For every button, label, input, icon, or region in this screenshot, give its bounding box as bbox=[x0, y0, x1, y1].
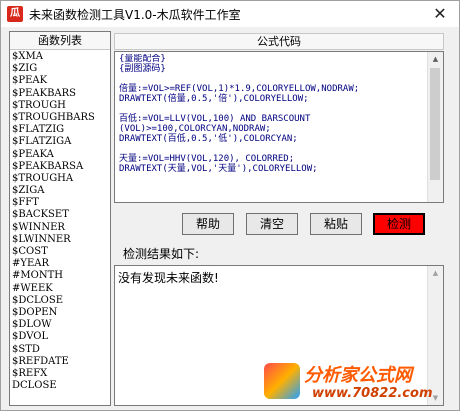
title-bar: 瓜 未来函数检测工具V1.0-木瓜软件工作室 ✕ bbox=[1, 1, 459, 27]
function-list-item[interactable]: DCLOSE bbox=[12, 380, 110, 392]
function-list-item[interactable]: $DCLOSE bbox=[12, 295, 110, 307]
watermark-brand: 分析家公式网 bbox=[304, 365, 412, 386]
watermark: 分析家公式网 www.70822.com bbox=[256, 353, 461, 411]
function-list-item[interactable]: $TROUGH bbox=[12, 100, 110, 112]
function-list-item[interactable]: $LWINNER bbox=[12, 234, 110, 246]
function-list-item[interactable]: $PEAKBARSA bbox=[12, 161, 110, 173]
function-list-item[interactable]: $DLOW bbox=[12, 319, 110, 331]
function-list-item[interactable]: $TROUGHBARS bbox=[12, 112, 110, 124]
function-list-item[interactable]: $XMA bbox=[12, 51, 110, 63]
result-text: 没有发现未来函数! bbox=[118, 271, 219, 285]
function-list-item[interactable]: #MONTH bbox=[12, 270, 110, 282]
formula-code-text[interactable]: {量能配合} {副图源码} 倍量:=VOL>=REF(VOL,1)*1.9,CO… bbox=[119, 54, 427, 174]
function-list-item[interactable]: $COST bbox=[12, 246, 110, 258]
function-list-item[interactable]: $PEAKBARS bbox=[12, 88, 110, 100]
scroll-thumb[interactable] bbox=[430, 68, 440, 180]
code-scrollbar[interactable]: ▲ bbox=[427, 52, 443, 202]
function-list-item[interactable]: $PEAKA bbox=[12, 149, 110, 161]
function-list-item[interactable]: $WINNER bbox=[12, 222, 110, 234]
help-button[interactable]: 帮助 bbox=[182, 213, 234, 235]
scroll-up-arrow-icon[interactable]: ▲ bbox=[428, 52, 443, 66]
function-list-item[interactable]: $ZIG bbox=[12, 63, 110, 75]
function-list-item[interactable]: #YEAR bbox=[12, 258, 110, 270]
function-list-item[interactable]: $DOPEN bbox=[12, 307, 110, 319]
paste-button[interactable]: 粘贴 bbox=[310, 213, 362, 235]
formula-header: 公式代码 bbox=[114, 33, 444, 50]
function-list-item[interactable]: $PEAK bbox=[12, 75, 110, 87]
close-button[interactable]: ✕ bbox=[421, 1, 459, 27]
function-list-item[interactable]: $FLATZIG bbox=[12, 124, 110, 136]
function-list-item[interactable]: $DVOL bbox=[12, 331, 110, 343]
function-list-header: 函数列表 bbox=[10, 32, 110, 50]
window-title: 未来函数检测工具V1.0-木瓜软件工作室 bbox=[29, 8, 241, 22]
detect-button[interactable]: 检测 bbox=[373, 213, 425, 235]
function-list-item[interactable]: $ZIGA bbox=[12, 185, 110, 197]
app-logo-icon: 瓜 bbox=[7, 6, 23, 22]
function-list[interactable]: $XMA $ZIG $PEAK $PEAKBARS $TROUGH $TROUGHBARS… bbox=[10, 50, 110, 392]
result-scroll-up-icon[interactable]: ▲ bbox=[428, 266, 443, 280]
function-list-item[interactable]: $REFDATE bbox=[12, 356, 110, 368]
function-list-item[interactable]: $TROUGHA bbox=[12, 173, 110, 185]
function-list-item[interactable]: $FLATZIGA bbox=[12, 136, 110, 148]
function-list-item[interactable]: $STD bbox=[12, 344, 110, 356]
watermark-logo-icon bbox=[264, 363, 300, 399]
result-label: 检测结果如下: bbox=[123, 247, 200, 261]
function-list-panel: 函数列表 $XMA $ZIG $PEAK $PEAKBARS $TROUGH $TROUG… bbox=[9, 31, 111, 406]
app-window: 瓜 未来函数检测工具V1.0-木瓜软件工作室 ✕ 函数列表 $XMA $ZIG $P… bbox=[0, 0, 460, 411]
clear-button[interactable]: 清空 bbox=[246, 213, 298, 235]
watermark-url: www.70822.com bbox=[312, 386, 433, 401]
function-list-item[interactable]: $BACKSET bbox=[12, 209, 110, 221]
function-list-item[interactable]: $REFX bbox=[12, 368, 110, 380]
function-list-item[interactable]: #WEEK bbox=[12, 283, 110, 295]
function-list-item[interactable]: $FFT bbox=[12, 197, 110, 209]
formula-code-textarea[interactable]: {量能配合} {副图源码} 倍量:=VOL>=REF(VOL,1)*1.9,CO… bbox=[114, 51, 444, 203]
